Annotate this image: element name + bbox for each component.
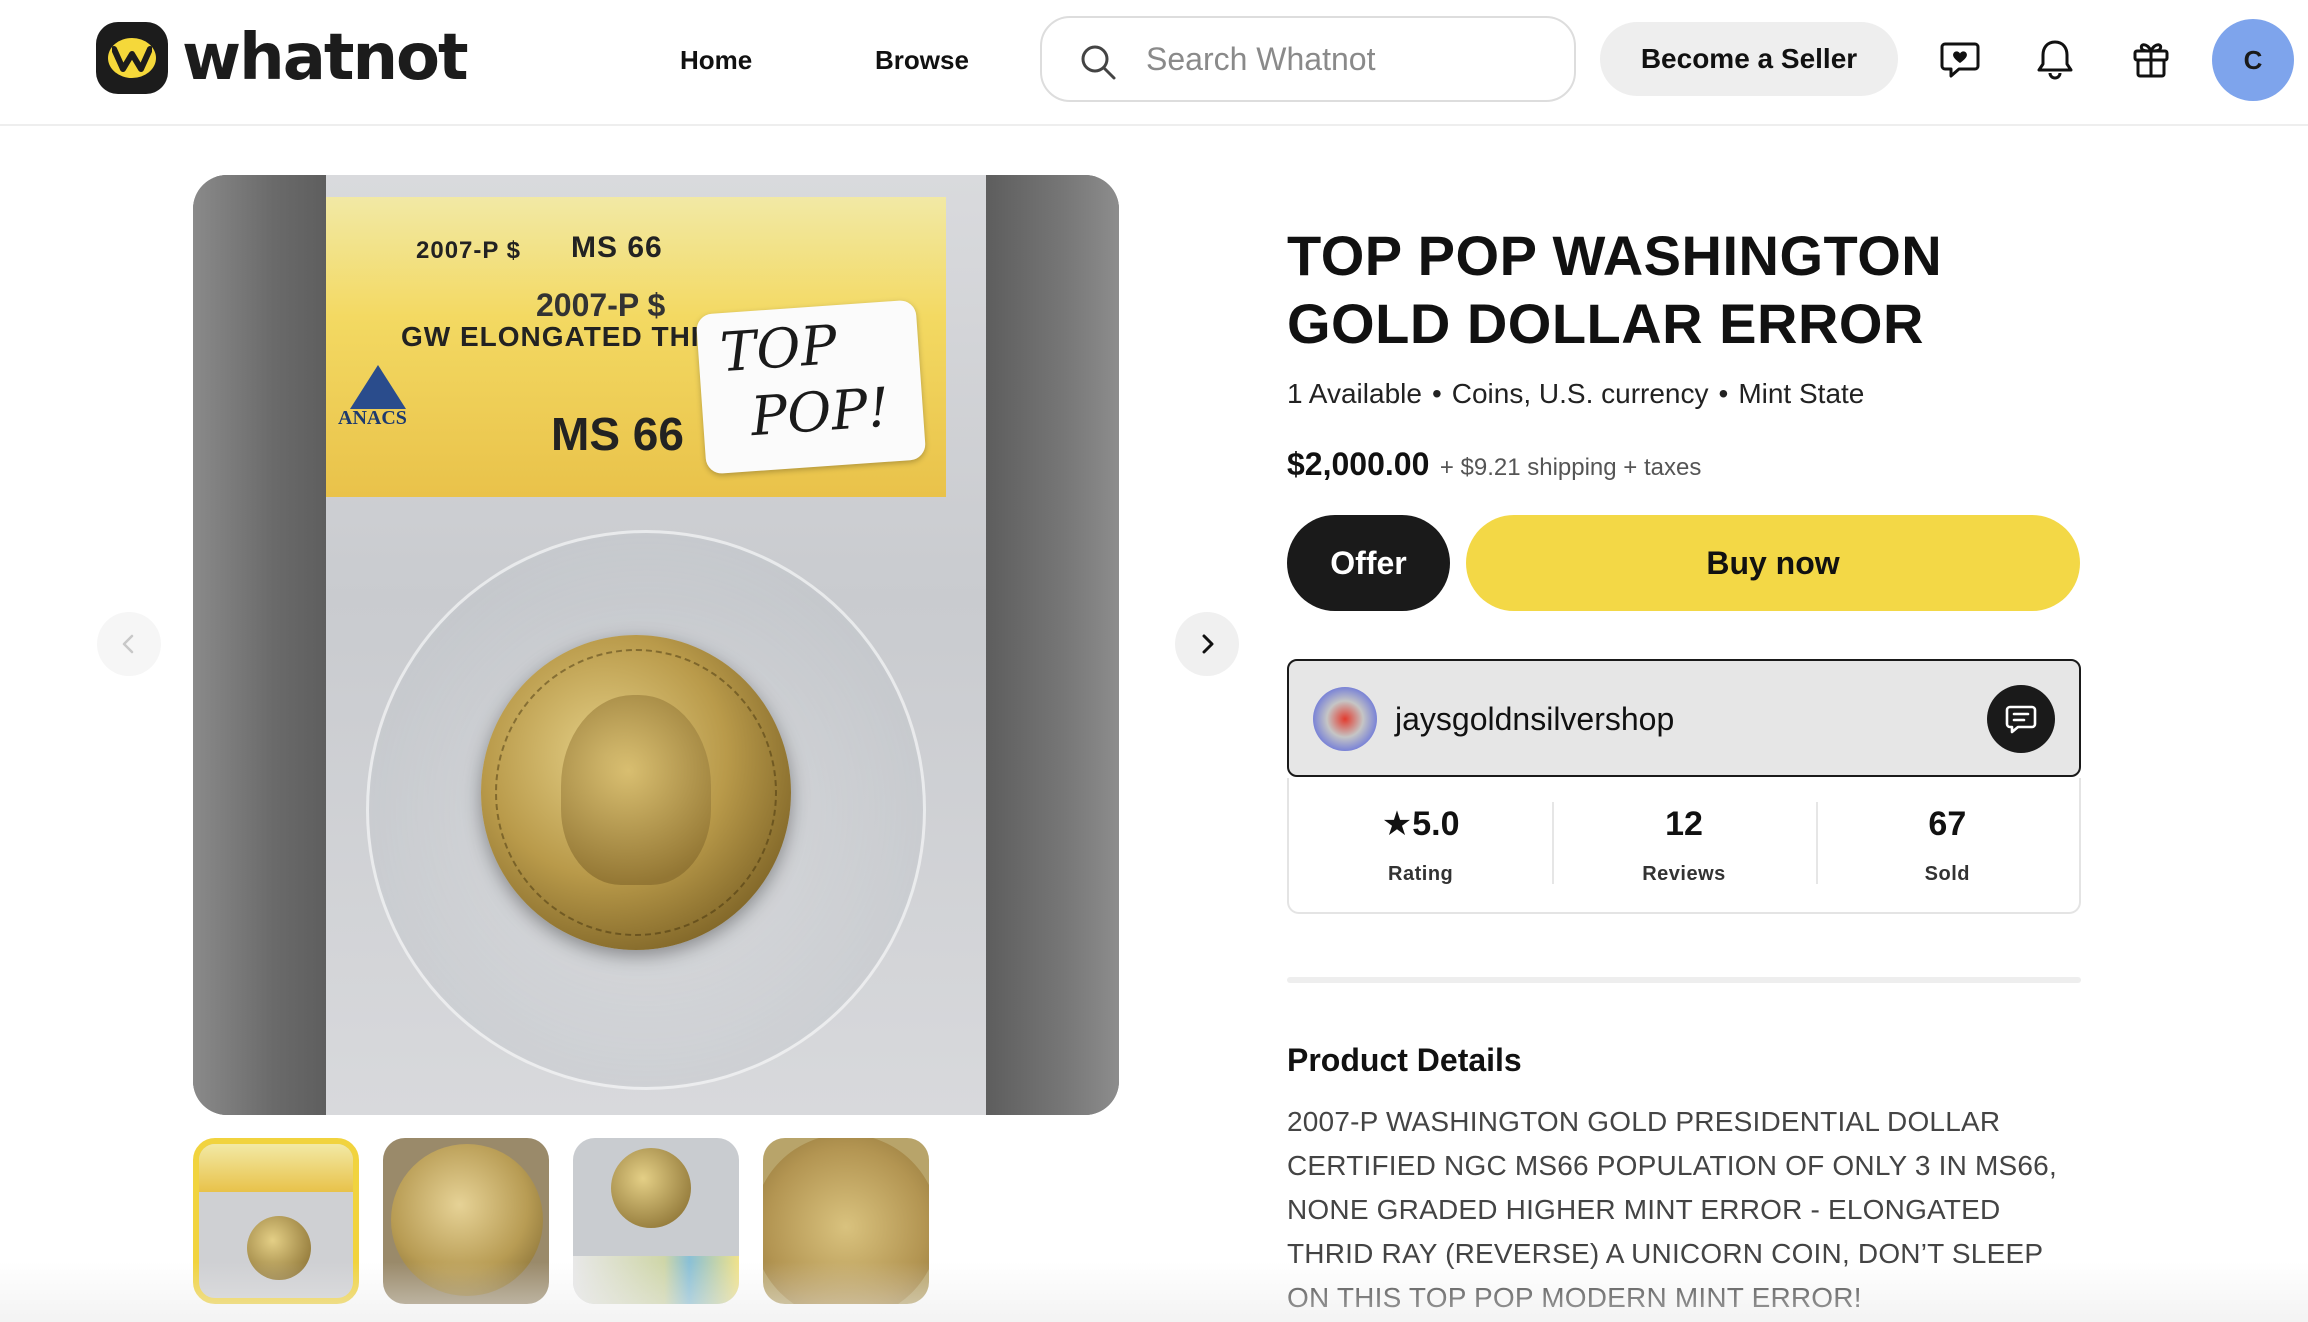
section-divider xyxy=(1287,977,2081,983)
sticker-line-1: TOP xyxy=(718,313,839,385)
image-blur-right xyxy=(985,175,1119,1115)
chevron-right-icon xyxy=(1202,634,1214,654)
stat-sold: 67 Sold xyxy=(1815,778,2079,912)
product-title: TOP POP WASHINGTON GOLD DOLLAR ERROR xyxy=(1287,224,1943,355)
search-icon xyxy=(1078,42,1118,87)
reviews-label: Reviews xyxy=(1642,863,1726,885)
seller-stats: ★5.0 Rating 12 Reviews 67 Sold xyxy=(1287,778,2081,914)
thumbnail-1-selected[interactable] xyxy=(193,1138,359,1304)
condition: Mint State xyxy=(1738,378,1865,409)
messages-heart-icon[interactable] xyxy=(1935,34,1985,84)
thumbnail-2[interactable] xyxy=(383,1138,549,1304)
rating-label: Rating xyxy=(1388,863,1454,885)
seller-avatar[interactable] xyxy=(1313,687,1377,751)
search-bar[interactable] xyxy=(1040,16,1576,102)
stat-rating: ★5.0 Rating xyxy=(1289,778,1552,912)
offer-button[interactable]: Offer xyxy=(1287,515,1450,611)
thumbnail-4[interactable] xyxy=(763,1138,929,1304)
product-details-description: 2007-P WASHINGTON GOLD PRESIDENTIAL DOLL… xyxy=(1287,1106,2057,1313)
chevron-left-icon xyxy=(122,634,134,654)
sticker-line-2: POP! xyxy=(748,375,892,449)
price-row: $2,000.00 + $9.21 shipping + taxes xyxy=(1287,442,1701,493)
category-link[interactable]: Coins, U.S. currency xyxy=(1452,378,1709,409)
next-image-button[interactable] xyxy=(1175,612,1239,676)
slab-grade-code: MS 66 xyxy=(571,231,663,264)
sold-value: 67 xyxy=(1928,805,1967,843)
price: $2,000.00 xyxy=(1287,446,1430,482)
gift-icon[interactable] xyxy=(2126,34,2176,84)
image-blur-left xyxy=(193,175,328,1115)
become-seller-button[interactable]: Become a Seller xyxy=(1600,22,1898,96)
anacs-logo-icon xyxy=(350,365,406,409)
brand-name: whatnot xyxy=(182,21,469,95)
buy-now-button[interactable]: Buy now xyxy=(1466,515,2080,611)
rating-value: 5.0 xyxy=(1412,805,1460,843)
thumbnail-3[interactable] xyxy=(573,1138,739,1304)
slab-year: 2007-P $ xyxy=(536,287,666,323)
bell-icon[interactable] xyxy=(2030,34,2080,84)
star-icon: ★ xyxy=(1381,805,1413,843)
chat-icon xyxy=(2005,705,2037,734)
message-seller-button[interactable] xyxy=(1987,685,2055,753)
search-input[interactable] xyxy=(1146,36,1546,82)
slab-grade: MS 66 xyxy=(551,408,684,460)
seller-card[interactable]: jaysgoldnsilvershop xyxy=(1287,659,2081,777)
whatnot-logo[interactable]: whatnot xyxy=(96,21,469,95)
availability: 1 Available xyxy=(1287,378,1422,409)
seller-name[interactable]: jaysgoldnsilvershop xyxy=(1395,699,1674,739)
product-meta: 1 Available • Coins, U.S. currency • Mint St… xyxy=(1287,378,1865,409)
sold-label: Sold xyxy=(1924,863,1970,885)
whatnot-logo-icon xyxy=(96,22,168,94)
top-header: whatnot Home Browse Become a Seller xyxy=(0,0,2308,126)
main-product-image[interactable]: 2007-P $ MS 66 2007-P $ GW ELONGATED THI… xyxy=(193,175,1119,1115)
nav-home-link[interactable]: Home xyxy=(680,40,752,80)
stat-reviews[interactable]: 12 Reviews xyxy=(1552,778,1815,912)
grader-logo-text: ANACS xyxy=(338,407,407,429)
slab-grade-top: 2007-P $ xyxy=(416,237,521,264)
top-pop-sticker: TOP POP! xyxy=(695,299,927,475)
previous-image-button[interactable] xyxy=(97,612,161,676)
product-details-heading: Product Details xyxy=(1287,1042,1522,1078)
washington-dollar-coin xyxy=(481,635,791,950)
coin-slab-photo: 2007-P $ MS 66 2007-P $ GW ELONGATED THI… xyxy=(326,175,986,1115)
reviews-value: 12 xyxy=(1665,805,1703,843)
shipping-info: + $9.21 shipping + taxes xyxy=(1439,454,1702,481)
nav-browse-link[interactable]: Browse xyxy=(875,40,969,80)
user-avatar[interactable]: C xyxy=(2212,19,2294,101)
